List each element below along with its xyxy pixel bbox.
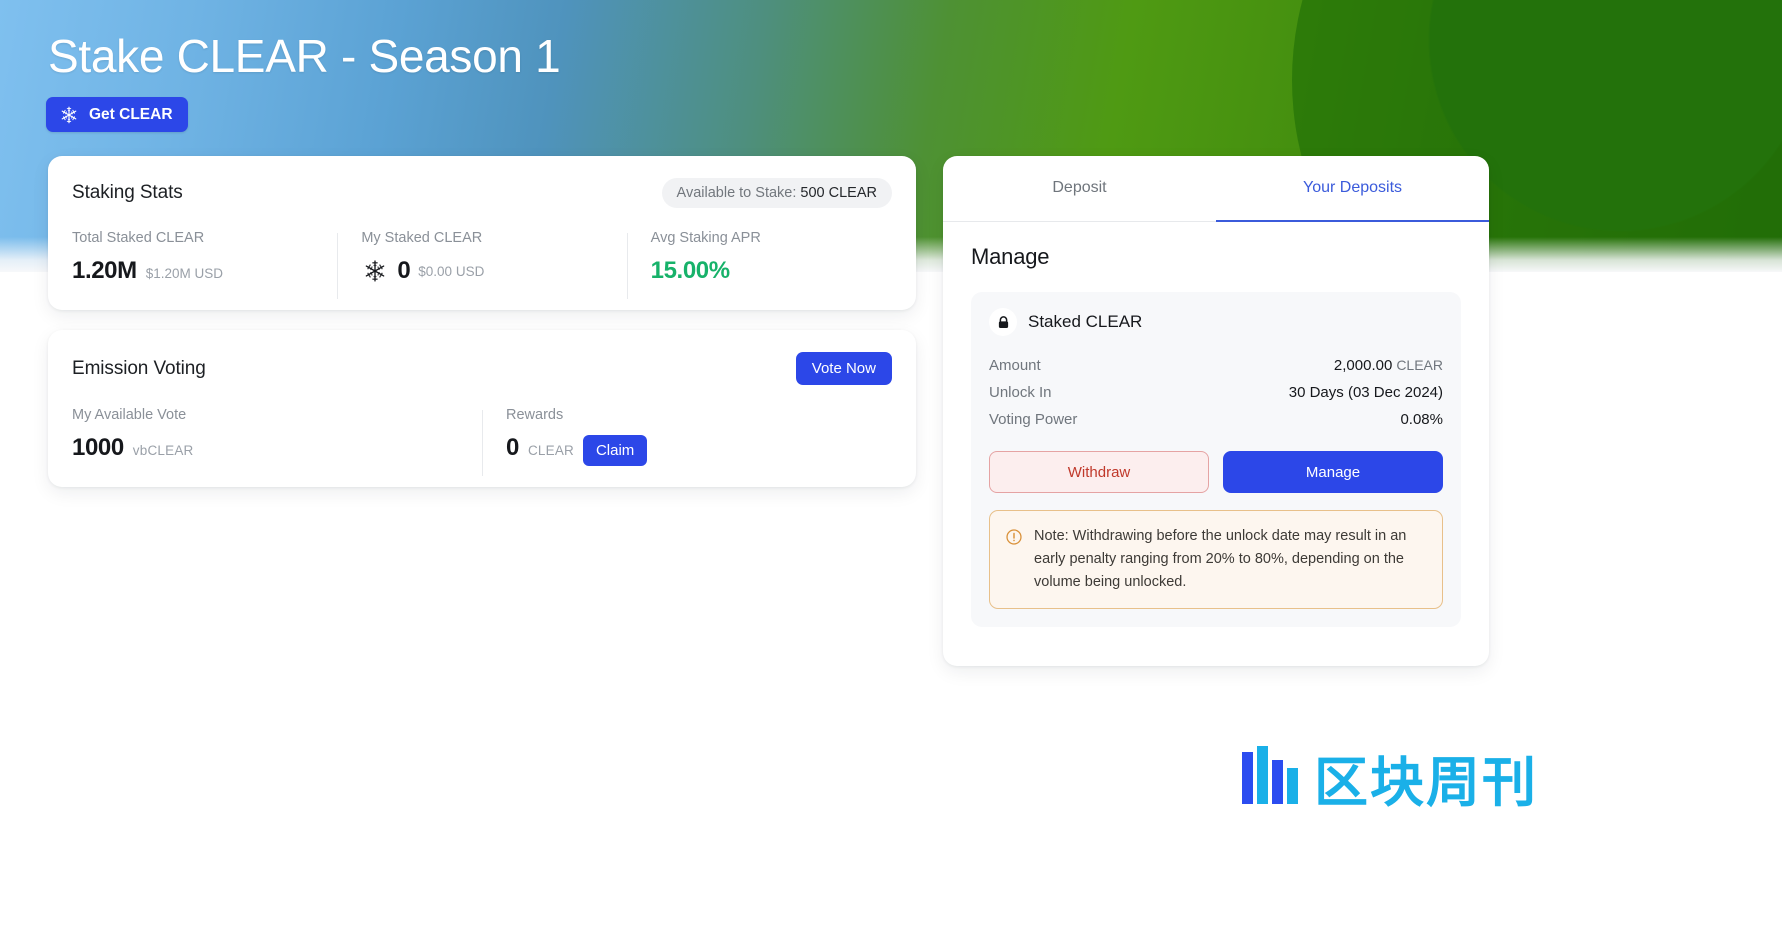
stat-label: My Staked CLEAR [361, 230, 483, 246]
bars-logo-icon [1240, 744, 1300, 811]
withdraw-warning-text: Note: Withdrawing before the unlock date… [1034, 528, 1407, 590]
deposits-tabs: Deposit Your Deposits [943, 156, 1489, 222]
staked-clear-box: Staked CLEAR Amount 2,000.00 CLEAR Unlock… [971, 292, 1461, 627]
stat-subvalue: $0.00 USD [418, 263, 485, 279]
rewards-label: Rewards [506, 407, 564, 423]
my-available-vote-unit: vbCLEAR [132, 443, 194, 458]
staking-stats-card: Staking Stats Available to Stake: 500 CL… [48, 156, 916, 310]
get-clear-button[interactable]: Get CLEAR [46, 97, 188, 132]
available-to-stake-value: 500 CLEAR [800, 185, 877, 201]
staking-stats-row: Total Staked CLEAR 1.20M $1.20M USD My S… [48, 230, 916, 299]
staked-clear-title: Staked CLEAR [1028, 312, 1143, 331]
manage-button[interactable]: Manage [1223, 451, 1443, 493]
deposits-panel-body: Manage Staked CLEAR Amount 2,000.00 CLEAR [943, 222, 1489, 627]
lock-icon [989, 308, 1017, 336]
emission-voting-row: My Available Vote 1000 vbCLEAR Rewards 0… [48, 407, 916, 476]
manage-heading: Manage [971, 244, 1050, 269]
row-amount: Amount 2,000.00 CLEAR [989, 352, 1443, 379]
stat-value: 15.00% [650, 257, 730, 284]
emission-voting-header: Emission Voting Vote Now [48, 330, 916, 385]
row-amount-suffix: CLEAR [1396, 357, 1443, 373]
row-unlock-in-value: 30 Days (03 Dec 2024) [1288, 384, 1443, 401]
stat-total-staked: Total Staked CLEAR 1.20M $1.20M USD [48, 230, 337, 285]
stat-label: Avg Staking APR [650, 230, 761, 246]
clear-logo-icon [58, 104, 80, 126]
available-to-stake-label: Available to Stake: [676, 185, 797, 201]
rewards: Rewards 0 CLEAR Claim [482, 407, 916, 476]
stat-label: Total Staked CLEAR [72, 230, 205, 246]
stat-my-staked: My Staked CLEAR 0 $0.00 USD [337, 230, 626, 299]
my-available-vote-value: 1000 [72, 434, 124, 461]
row-amount-key: Amount [989, 357, 1041, 374]
row-voting-power-value: 0.08% [1400, 411, 1443, 428]
emission-voting-title: Emission Voting [72, 357, 206, 379]
page-title: Stake CLEAR - Season 1 [48, 30, 561, 82]
stake-actions: Withdraw Manage [989, 451, 1443, 493]
vote-now-button[interactable]: Vote Now [795, 352, 892, 385]
stat-avg-apr: Avg Staking APR 15.00% [626, 230, 916, 299]
stat-value: 0 [397, 257, 411, 284]
staking-stats-title: Staking Stats [72, 182, 183, 203]
watermark-text: 区块周刊 [1314, 751, 1538, 814]
watermark: 区块周刊 [1240, 738, 1538, 817]
deposits-panel: Deposit Your Deposits Manage Staked CLEA… [943, 156, 1489, 666]
my-available-vote: My Available Vote 1000 vbCLEAR [48, 407, 482, 466]
stat-subvalue: $1.20M USD [145, 266, 224, 281]
stat-value: 1.20M [72, 257, 137, 284]
withdraw-warning-note: Note: Withdrawing before the unlock date… [989, 510, 1443, 609]
staked-clear-header: Staked CLEAR [989, 308, 1443, 336]
row-unlock-in-key: Unlock In [989, 384, 1052, 401]
clear-logo-icon [361, 257, 389, 285]
withdraw-button[interactable]: Withdraw [989, 451, 1209, 493]
info-circle-icon [1005, 525, 1023, 594]
tab-deposit[interactable]: Deposit [943, 156, 1216, 222]
get-clear-button-label: Get CLEAR [89, 105, 173, 123]
staking-stats-header: Staking Stats Available to Stake: 500 CL… [48, 156, 916, 208]
rewards-unit: CLEAR [527, 443, 574, 458]
available-to-stake-pill: Available to Stake: 500 CLEAR [661, 178, 892, 208]
emission-voting-card: Emission Voting Vote Now My Available Vo… [48, 330, 916, 487]
page-root: Stake CLEAR - Season 1 Get CLEAR Staking… [0, 0, 1782, 934]
rewards-value: 0 [506, 434, 519, 461]
row-voting-power: Voting Power 0.08% [989, 406, 1443, 433]
tab-your-deposits[interactable]: Your Deposits [1216, 156, 1489, 222]
row-unlock-in: Unlock In 30 Days (03 Dec 2024) [989, 379, 1443, 406]
claim-button[interactable]: Claim [582, 435, 648, 466]
row-voting-power-key: Voting Power [989, 411, 1078, 428]
row-amount-value: 2,000.00 CLEAR [1334, 357, 1443, 374]
row-amount-number: 2,000.00 [1333, 357, 1393, 374]
my-available-vote-label: My Available Vote [72, 407, 187, 423]
